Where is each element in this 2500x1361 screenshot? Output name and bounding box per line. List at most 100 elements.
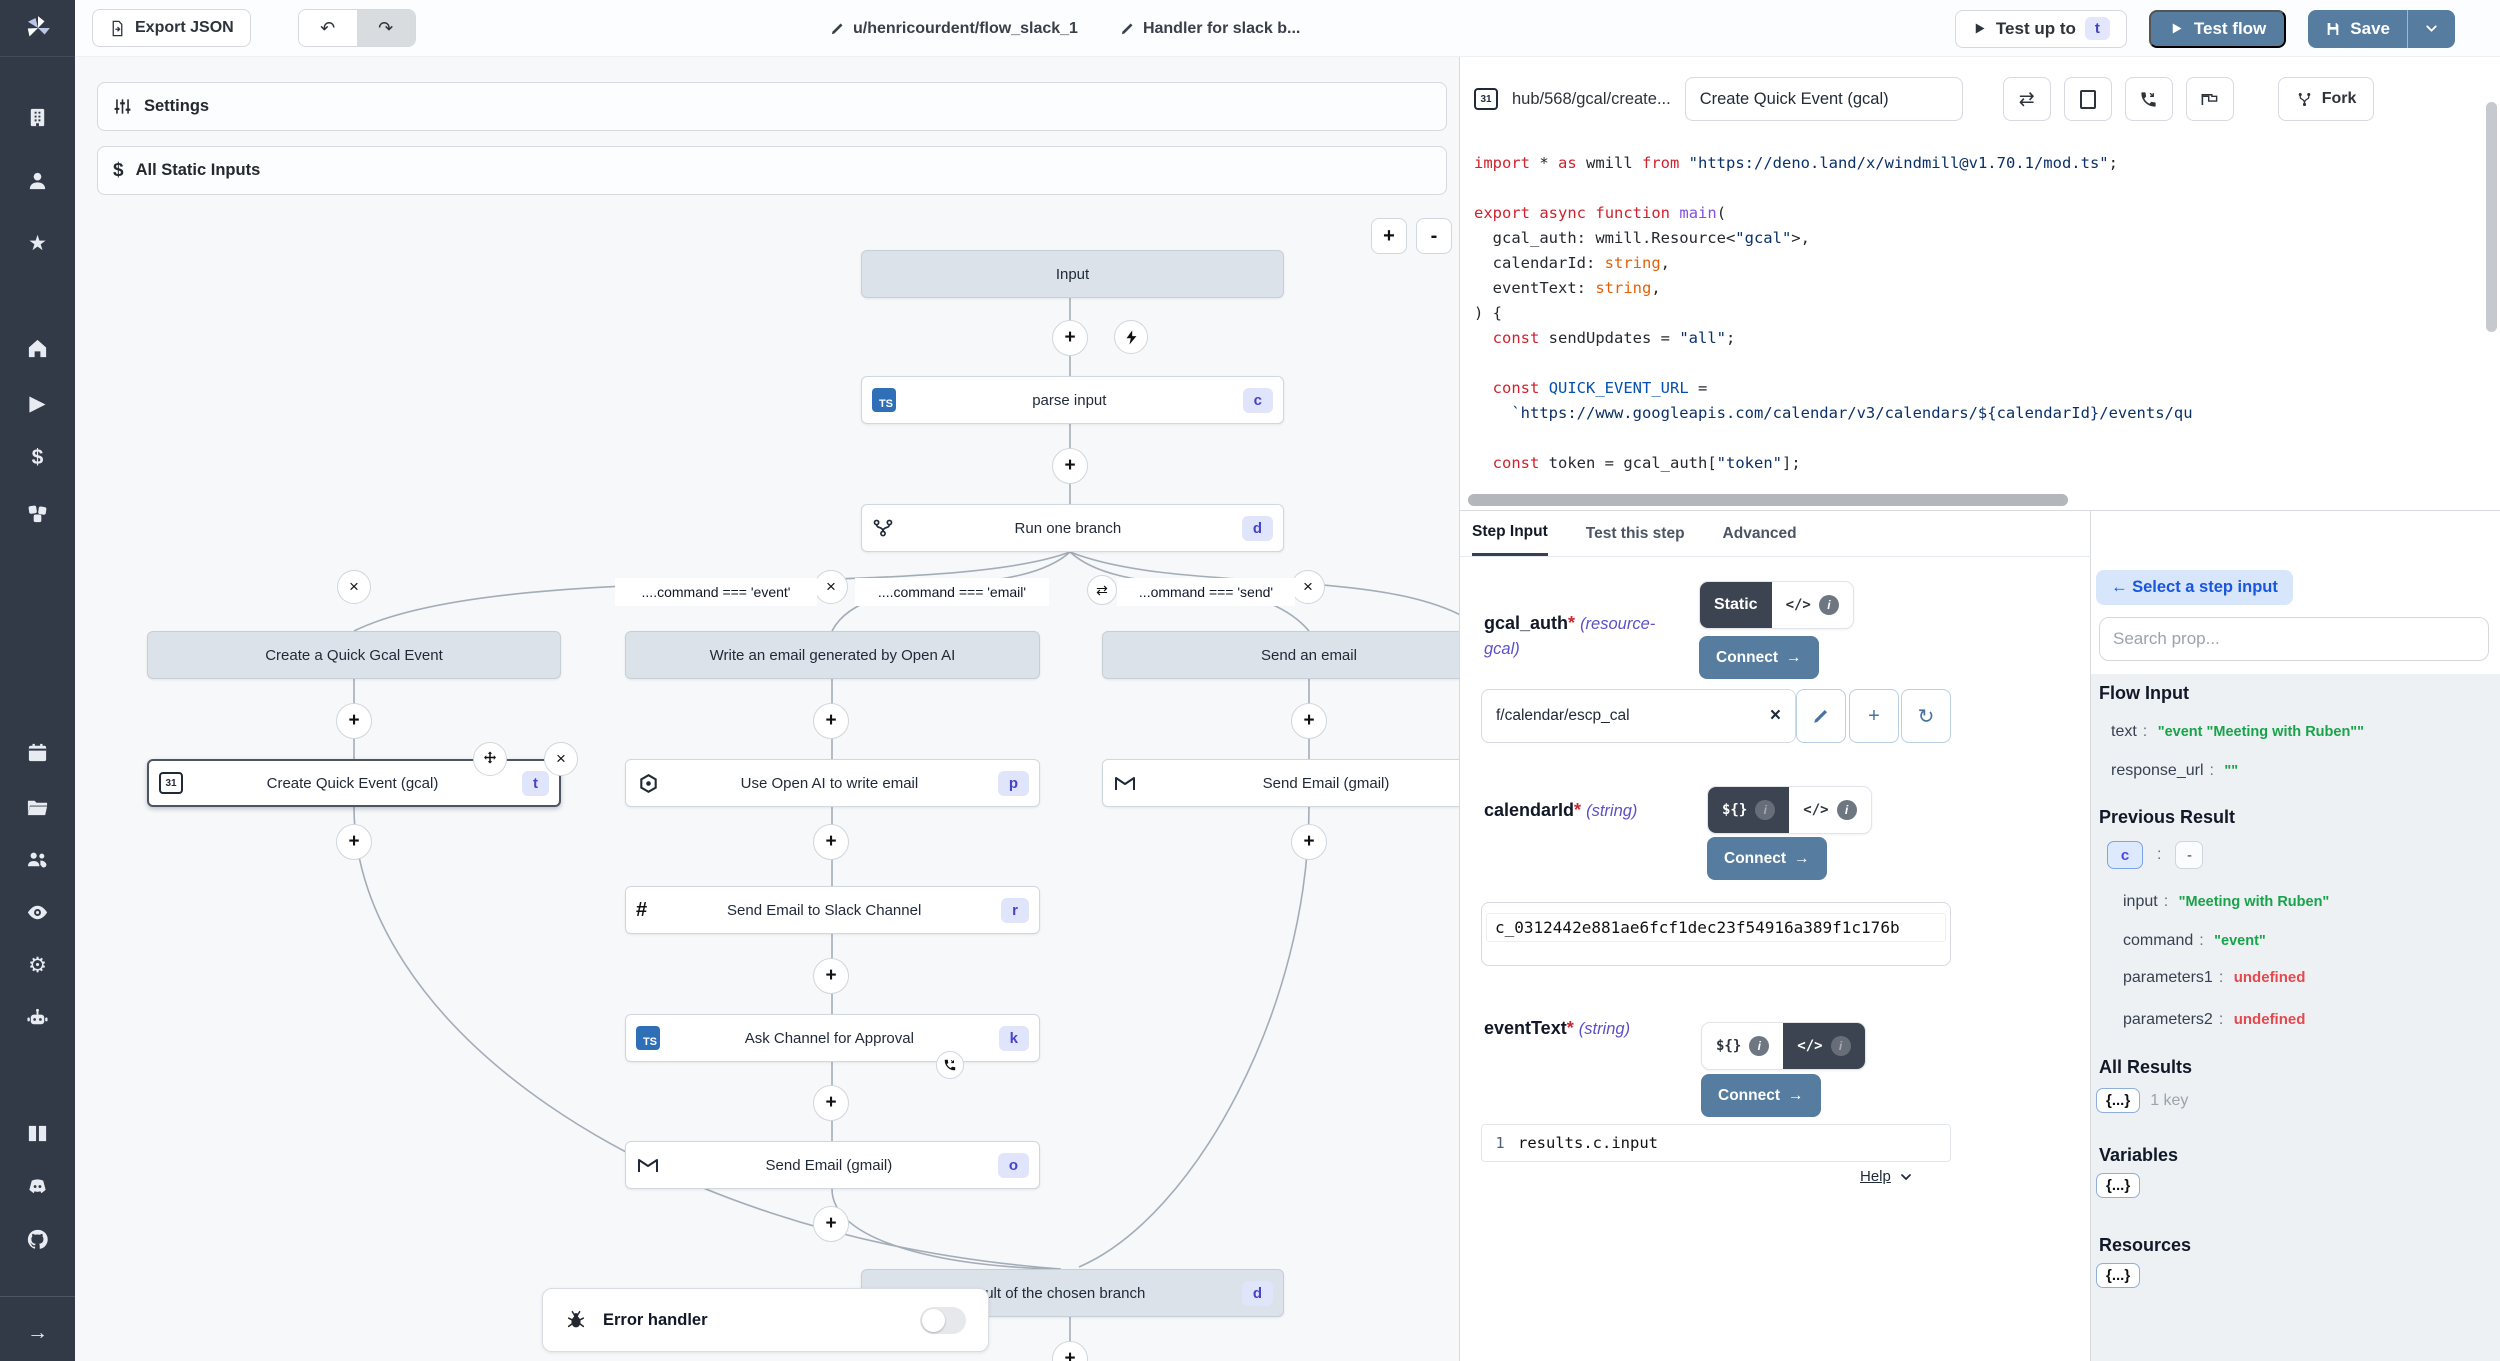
prop-row-command[interactable]: command: "event" xyxy=(2123,932,2266,950)
move-step-button[interactable] xyxy=(473,742,507,776)
workspace-icon[interactable] xyxy=(0,100,75,134)
sleep-button[interactable] xyxy=(2186,77,2234,121)
reload-script-button[interactable]: ⇄ xyxy=(2003,77,2051,121)
home-icon[interactable] xyxy=(0,331,75,365)
resources-expand-chip[interactable]: {...} xyxy=(2096,1263,2140,1288)
windmill-logo[interactable] xyxy=(0,0,75,57)
test-up-to-button[interactable]: Test up to t xyxy=(1955,10,2127,48)
template-mode-segment[interactable]: ${} i xyxy=(1708,787,1789,833)
prop-row-input[interactable]: input: "Meeting with Ruben" xyxy=(2123,893,2329,911)
search-prop-input[interactable] xyxy=(2099,617,2489,661)
prop-row-parameters1[interactable]: parameters1: undefined xyxy=(2123,969,2305,987)
suspend-button[interactable] xyxy=(2125,77,2173,121)
prop-row-response-url[interactable]: response_url: "" xyxy=(2111,762,2238,780)
gcal-auth-resource-input[interactable]: f/calendar/escp_cal × xyxy=(1481,689,1796,743)
event-text-expression-editor[interactable]: 1 results.c.input xyxy=(1481,1124,1951,1162)
add-step-button[interactable]: + xyxy=(1291,824,1327,860)
add-step-button[interactable]: + xyxy=(813,703,849,739)
code-mode-segment[interactable]: </> i xyxy=(1789,787,1870,833)
flow-node-send-email-gmail-send[interactable]: Send Email (gmail) xyxy=(1102,759,1459,807)
trigger-bolt-button[interactable] xyxy=(1114,320,1148,354)
settings-gear-icon[interactable]: ⚙ xyxy=(0,948,75,982)
flow-summary-edit[interactable]: Handler for slack b... xyxy=(1120,20,1300,38)
hub-script-path[interactable]: hub/568/gcal/create... xyxy=(1512,90,1671,109)
clear-resource-icon[interactable]: × xyxy=(1770,705,1781,727)
edit-resource-button[interactable] xyxy=(1796,689,1846,743)
gcal-auth-input-mode-toggle[interactable]: Static </> i xyxy=(1699,581,1854,629)
code-vertical-scrollbar[interactable] xyxy=(2486,102,2497,332)
event-text-input-mode-toggle[interactable]: ${} i </> i xyxy=(1701,1022,1866,1070)
branch-condition-email[interactable]: ....command === 'email' xyxy=(855,578,1049,606)
flow-canvas[interactable]: Settings $ All Static Inputs + - xyxy=(75,57,1459,1361)
add-step-button[interactable]: + xyxy=(813,958,849,994)
collapse-sidebar-arrow-icon[interactable]: → xyxy=(0,1316,75,1350)
variables-icon[interactable]: $ xyxy=(0,441,75,475)
add-step-button[interactable]: + xyxy=(1052,448,1088,484)
user-icon[interactable] xyxy=(0,163,75,197)
remove-branch-button[interactable]: × xyxy=(814,570,848,604)
event-text-connect-button[interactable]: Connect→ xyxy=(1701,1074,1821,1117)
audit-eye-icon[interactable] xyxy=(0,895,75,929)
schedules-calendar-icon[interactable] xyxy=(0,735,75,769)
folders-icon[interactable] xyxy=(0,790,75,824)
add-resource-button[interactable]: + xyxy=(1849,689,1899,743)
flow-node-send-email-slack[interactable]: # Send Email to Slack Channel r xyxy=(625,886,1040,934)
step-name-input[interactable] xyxy=(1685,77,1963,121)
code-horizontal-scrollbar[interactable] xyxy=(1468,494,2068,506)
flow-node-ask-channel-approval[interactable]: TS Ask Channel for Approval k xyxy=(625,1014,1040,1062)
add-step-button[interactable]: + xyxy=(813,824,849,860)
fork-button[interactable]: Fork xyxy=(2278,77,2375,121)
tab-step-input[interactable]: Step Input xyxy=(1472,511,1548,556)
code-mode-segment[interactable]: </> i xyxy=(1772,582,1853,628)
remove-branch-button[interactable]: × xyxy=(337,570,371,604)
flow-node-run-one-branch[interactable]: Run one branch d xyxy=(861,504,1284,552)
add-step-button[interactable]: + xyxy=(1291,703,1327,739)
branch-condition-send[interactable]: ...ommand === 'send' xyxy=(1117,578,1295,606)
variables-expand-chip[interactable]: {...} xyxy=(2096,1173,2140,1198)
calendar-id-input-mode-toggle[interactable]: ${} i </> i xyxy=(1707,786,1872,834)
remove-branch-button[interactable]: × xyxy=(1291,570,1325,604)
step-c-chip[interactable]: c xyxy=(2107,841,2143,869)
template-mode-segment[interactable]: ${} i xyxy=(1702,1023,1783,1069)
add-step-button[interactable]: + xyxy=(813,1085,849,1121)
undo-button[interactable]: ↶ xyxy=(299,10,357,46)
zoom-out-button[interactable]: - xyxy=(1416,218,1452,254)
prop-row-parameters2[interactable]: parameters2: undefined xyxy=(2123,1011,2305,1029)
add-step-button[interactable]: + xyxy=(336,703,372,739)
github-icon[interactable] xyxy=(0,1222,75,1256)
export-json-button[interactable]: Export JSON xyxy=(92,9,251,47)
discord-icon[interactable] xyxy=(0,1169,75,1203)
gcal-auth-connect-button[interactable]: Connect→ xyxy=(1699,636,1819,679)
flow-node-input[interactable]: Input xyxy=(861,250,1284,298)
calendar-id-connect-button[interactable]: Connect→ xyxy=(1707,837,1827,880)
static-mode-segment[interactable]: Static xyxy=(1700,582,1772,628)
runs-icon[interactable]: ▶ xyxy=(0,386,75,420)
workers-robot-icon[interactable] xyxy=(0,1001,75,1035)
add-step-button[interactable]: + xyxy=(336,824,372,860)
suspend-phone-icon[interactable] xyxy=(936,1051,964,1079)
branch-header-email[interactable]: Write an email generated by Open AI xyxy=(625,631,1040,679)
redo-button[interactable]: ↷ xyxy=(357,10,415,46)
code-mode-segment[interactable]: </> i xyxy=(1783,1023,1864,1069)
tab-test-this-step[interactable]: Test this step xyxy=(1586,511,1685,556)
groups-icon[interactable] xyxy=(0,842,75,876)
swap-branch-icon[interactable]: ⇄ xyxy=(1087,575,1117,605)
prop-row-text[interactable]: text: "event "Meeting with Ruben"" xyxy=(2111,723,2364,741)
branch-condition-event[interactable]: ....command === 'event' xyxy=(615,578,817,606)
flow-path-edit[interactable]: u/henricourdent/flow_slack_1 xyxy=(830,20,1078,38)
zoom-in-button[interactable]: + xyxy=(1371,218,1407,254)
help-link[interactable]: Help xyxy=(1860,1168,1914,1185)
all-results-expand-chip[interactable]: {...} xyxy=(2096,1088,2140,1113)
error-handler-toggle[interactable] xyxy=(920,1307,966,1334)
test-flow-button[interactable]: Test flow xyxy=(2149,10,2286,48)
code-content[interactable]: import * as wmill from "https://deno.lan… xyxy=(1460,121,2500,476)
favorites-star-icon[interactable]: ★ xyxy=(0,226,75,260)
flow-node-parse-input[interactable]: TS parse input c xyxy=(861,376,1284,424)
flow-node-send-email-gmail-approval[interactable]: Send Email (gmail) o xyxy=(625,1141,1040,1189)
save-button[interactable]: Save xyxy=(2308,10,2407,48)
resources-icon[interactable] xyxy=(0,496,75,530)
save-dropdown-button[interactable] xyxy=(2407,10,2455,48)
add-step-button[interactable]: + xyxy=(1052,320,1088,356)
select-step-input-button[interactable]: ← Select a step input xyxy=(2096,570,2293,605)
box-button[interactable] xyxy=(2064,77,2112,121)
